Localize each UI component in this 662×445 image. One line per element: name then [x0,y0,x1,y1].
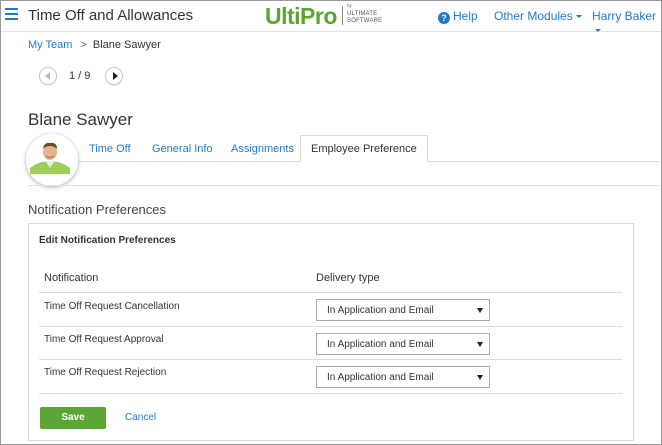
help-label: Help [453,9,478,23]
row-divider [39,292,622,293]
user-menu-dropdown[interactable]: Harry Baker [592,9,661,37]
previous-employee-button[interactable] [39,67,57,85]
next-employee-button[interactable] [105,67,123,85]
row-divider [39,393,622,394]
tab-general-info[interactable]: General Info [152,135,213,162]
chevron-down-icon [575,15,582,18]
logo-company: ULTIMATE SOFTWARE [347,11,382,25]
notification-label-cancellation: Time Off Request Cancellation [44,301,180,312]
logo-by: by [347,4,352,9]
help-icon: ? [438,12,450,24]
employee-photo [26,134,78,186]
logo-wordmark: UltiPro [265,3,337,29]
save-button[interactable]: Save [40,407,106,429]
row-divider [39,359,622,360]
app-title: Time Off and Allowances [28,7,194,24]
top-bar: Time Off and Allowances UltiPro by ULTIM… [1,1,661,32]
logo-company-line2: SOFTWARE [347,18,383,24]
delivery-type-value: In Application and Email [327,372,434,383]
tab-employee-preference[interactable]: Employee Preference [300,135,428,162]
notification-label-approval: Time Off Request Approval [44,334,164,345]
dropdown-arrow-icon [477,375,483,380]
user-name: Harry Baker [592,9,657,23]
logo-separator [342,6,343,25]
card-title: Edit Notification Preferences [39,235,176,246]
tab-assignments[interactable]: Assignments [231,135,294,162]
triangle-right-icon [113,72,118,80]
other-modules-dropdown[interactable]: Other Modules [494,9,582,23]
delivery-type-value: In Application and Email [327,339,434,350]
delivery-type-select-cancellation[interactable]: In Application and Email [316,299,490,321]
breadcrumb-my-team[interactable]: My Team [28,39,72,51]
app-window: Time Off and Allowances UltiPro by ULTIM… [0,0,662,445]
delivery-type-select-approval[interactable]: In Application and Email [316,333,490,355]
menu-icon[interactable] [5,8,18,21]
triangle-left-icon [45,72,50,80]
section-divider [28,185,659,186]
tab-time-off[interactable]: Time Off [89,135,131,162]
delivery-type-value: In Application and Email [327,305,434,316]
section-title: Notification Preferences [28,202,167,217]
column-header-delivery-type: Delivery type [316,272,380,284]
notification-preferences-card: Edit Notification Preferences Notificati… [28,223,634,441]
chevron-down-icon [595,29,601,32]
row-divider [39,326,622,327]
help-link[interactable]: ? Help [438,9,478,24]
logo-company-line1: ULTIMATE [347,11,378,17]
breadcrumb: My Team > Blane Sawyer [28,39,161,51]
avatar [26,134,78,186]
dropdown-arrow-icon [477,342,483,347]
notification-label-rejection: Time Off Request Rejection [44,367,167,378]
breadcrumb-current: Blane Sawyer [92,39,161,51]
other-modules-label: Other Modules [494,9,573,23]
employee-name: Blane Sawyer [28,110,133,129]
delivery-type-select-rejection[interactable]: In Application and Email [316,366,490,388]
dropdown-arrow-icon [477,308,483,313]
cancel-button[interactable]: Cancel [125,412,156,423]
breadcrumb-separator: > [80,39,87,51]
pager-position: 1 / 9 [69,70,91,82]
column-header-notification: Notification [44,272,99,284]
